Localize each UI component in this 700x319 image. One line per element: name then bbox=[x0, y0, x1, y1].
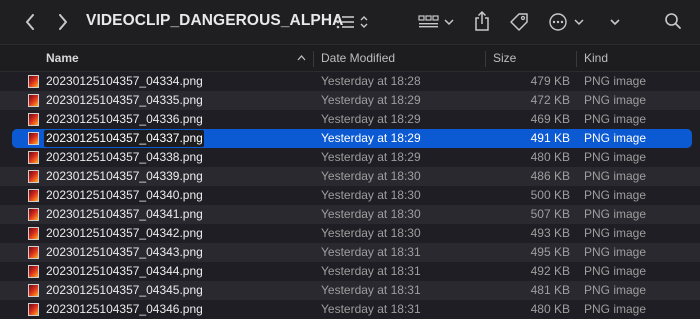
file-size: 479 KB bbox=[530, 74, 570, 88]
file-date: Yesterday at 18:29 bbox=[321, 93, 421, 107]
column-divider[interactable] bbox=[576, 51, 577, 67]
file-kind: PNG image bbox=[584, 131, 647, 145]
file-size: 492 KB bbox=[530, 264, 570, 278]
table-row[interactable]: 20230125104357_04336.png Yesterday at 18:… bbox=[0, 110, 700, 129]
file-name: 20230125104357_04338.png bbox=[46, 150, 203, 164]
file-date: Yesterday at 18:30 bbox=[321, 169, 421, 183]
file-date: Yesterday at 18:31 bbox=[321, 302, 421, 316]
table-row[interactable]: 20230125104357_04335.png Yesterday at 18:… bbox=[0, 91, 700, 110]
file-kind: PNG image bbox=[584, 283, 647, 297]
file-kind: PNG image bbox=[584, 226, 647, 240]
chevron-down-icon[interactable] bbox=[607, 13, 623, 31]
file-kind: PNG image bbox=[584, 112, 647, 126]
file-size: 491 KB bbox=[530, 131, 570, 145]
file-date: Yesterday at 18:29 bbox=[321, 131, 421, 145]
table-row[interactable]: 20230125104357_04339.png Yesterday at 18:… bbox=[0, 167, 700, 186]
image-file-icon bbox=[28, 94, 39, 107]
file-name: 20230125104357_04335.png bbox=[46, 93, 203, 107]
file-kind: PNG image bbox=[584, 93, 647, 107]
file-date: Yesterday at 18:28 bbox=[321, 74, 421, 88]
table-row[interactable]: 20230125104357_04345.png Yesterday at 18:… bbox=[0, 281, 700, 300]
toolbar: VIDEOCLIP_DANGEROUS_ALPHA bbox=[0, 0, 700, 44]
file-name: 20230125104357_04341.png bbox=[46, 207, 203, 221]
file-kind: PNG image bbox=[584, 74, 647, 88]
tag-icon[interactable] bbox=[507, 10, 531, 34]
file-size: 472 KB bbox=[530, 93, 570, 107]
file-name: 20230125104357_04336.png bbox=[46, 112, 203, 126]
image-file-icon bbox=[28, 303, 39, 316]
table-row[interactable]: 20230125104357_04343.png Yesterday at 18:… bbox=[0, 243, 700, 262]
chevron-right-icon[interactable] bbox=[55, 12, 71, 32]
image-file-icon bbox=[28, 170, 39, 183]
column-name[interactable]: Name bbox=[46, 45, 79, 72]
file-size: 481 KB bbox=[530, 283, 570, 297]
column-header: Name Date Modified Size Kind bbox=[0, 44, 700, 72]
column-kind[interactable]: Kind bbox=[584, 45, 608, 72]
file-kind: PNG image bbox=[584, 302, 647, 316]
image-file-icon bbox=[28, 75, 39, 88]
table-row[interactable]: 20230125104357_04334.png Yesterday at 18:… bbox=[0, 72, 700, 91]
image-file-icon bbox=[28, 284, 39, 297]
file-size: 486 KB bbox=[530, 169, 570, 183]
more-icon[interactable] bbox=[548, 11, 588, 33]
file-name: 20230125104357_04342.png bbox=[46, 226, 203, 240]
file-list: 20230125104357_04334.png Yesterday at 18:… bbox=[0, 72, 700, 319]
image-file-icon bbox=[28, 265, 39, 278]
file-date: Yesterday at 18:29 bbox=[321, 112, 421, 126]
file-size: 507 KB bbox=[530, 207, 570, 221]
search-icon[interactable] bbox=[662, 10, 684, 32]
image-file-icon bbox=[28, 246, 39, 259]
file-name: 20230125104357_04343.png bbox=[46, 245, 203, 259]
file-name: 20230125104357_04346.png bbox=[46, 302, 203, 316]
window-title: VIDEOCLIP_DANGEROUS_ALPHA bbox=[86, 12, 344, 29]
file-kind: PNG image bbox=[584, 207, 647, 221]
table-row[interactable]: 20230125104357_04340.png Yesterday at 18:… bbox=[0, 186, 700, 205]
file-name: 20230125104357_04340.png bbox=[46, 188, 203, 202]
file-size: 500 KB bbox=[530, 188, 570, 202]
file-date: Yesterday at 18:30 bbox=[321, 188, 421, 202]
share-icon[interactable] bbox=[472, 8, 492, 34]
column-date-modified[interactable]: Date Modified bbox=[321, 45, 395, 72]
file-name: 20230125104357_04334.png bbox=[46, 74, 203, 88]
column-divider[interactable] bbox=[485, 51, 486, 67]
file-name: 20230125104357_04344.png bbox=[46, 264, 203, 278]
file-size: 495 KB bbox=[530, 245, 570, 259]
file-date: Yesterday at 18:31 bbox=[321, 264, 421, 278]
table-row[interactable]: 20230125104357_04338.png Yesterday at 18:… bbox=[0, 148, 700, 167]
file-kind: PNG image bbox=[584, 150, 647, 164]
file-size: 469 KB bbox=[530, 112, 570, 126]
file-name: 20230125104357_04339.png bbox=[46, 169, 203, 183]
file-date: Yesterday at 18:31 bbox=[321, 245, 421, 259]
file-date: Yesterday at 18:30 bbox=[321, 226, 421, 240]
image-file-icon bbox=[28, 227, 39, 240]
column-divider[interactable] bbox=[313, 51, 314, 67]
group-grid-icon[interactable] bbox=[418, 12, 456, 32]
list-view-icon[interactable] bbox=[334, 12, 372, 32]
file-date: Yesterday at 18:31 bbox=[321, 283, 421, 297]
image-file-icon bbox=[28, 189, 39, 202]
table-row[interactable]: 20230125104357_04344.png Yesterday at 18:… bbox=[0, 262, 700, 281]
file-size: 480 KB bbox=[530, 150, 570, 164]
file-name: 20230125104357_04337.png bbox=[46, 131, 203, 145]
column-size[interactable]: Size bbox=[493, 45, 516, 72]
file-size: 480 KB bbox=[530, 302, 570, 316]
chevron-left-icon[interactable] bbox=[22, 12, 38, 32]
file-size: 493 KB bbox=[530, 226, 570, 240]
file-date: Yesterday at 18:29 bbox=[321, 150, 421, 164]
file-kind: PNG image bbox=[584, 188, 647, 202]
file-name: 20230125104357_04345.png bbox=[46, 283, 203, 297]
sort-ascending-icon[interactable] bbox=[296, 53, 306, 63]
file-kind: PNG image bbox=[584, 264, 647, 278]
table-row[interactable]: 20230125104357_04346.png Yesterday at 18:… bbox=[0, 300, 700, 319]
table-row-selected[interactable]: 20230125104357_04337.png Yesterday at 18:… bbox=[12, 129, 692, 148]
file-kind: PNG image bbox=[584, 169, 647, 183]
image-file-icon bbox=[28, 132, 39, 145]
table-row[interactable]: 20230125104357_04342.png Yesterday at 18:… bbox=[0, 224, 700, 243]
image-file-icon bbox=[28, 113, 39, 126]
image-file-icon bbox=[28, 208, 39, 221]
table-row[interactable]: 20230125104357_04341.png Yesterday at 18:… bbox=[0, 205, 700, 224]
file-kind: PNG image bbox=[584, 245, 647, 259]
image-file-icon bbox=[28, 151, 39, 164]
file-date: Yesterday at 18:30 bbox=[321, 207, 421, 221]
